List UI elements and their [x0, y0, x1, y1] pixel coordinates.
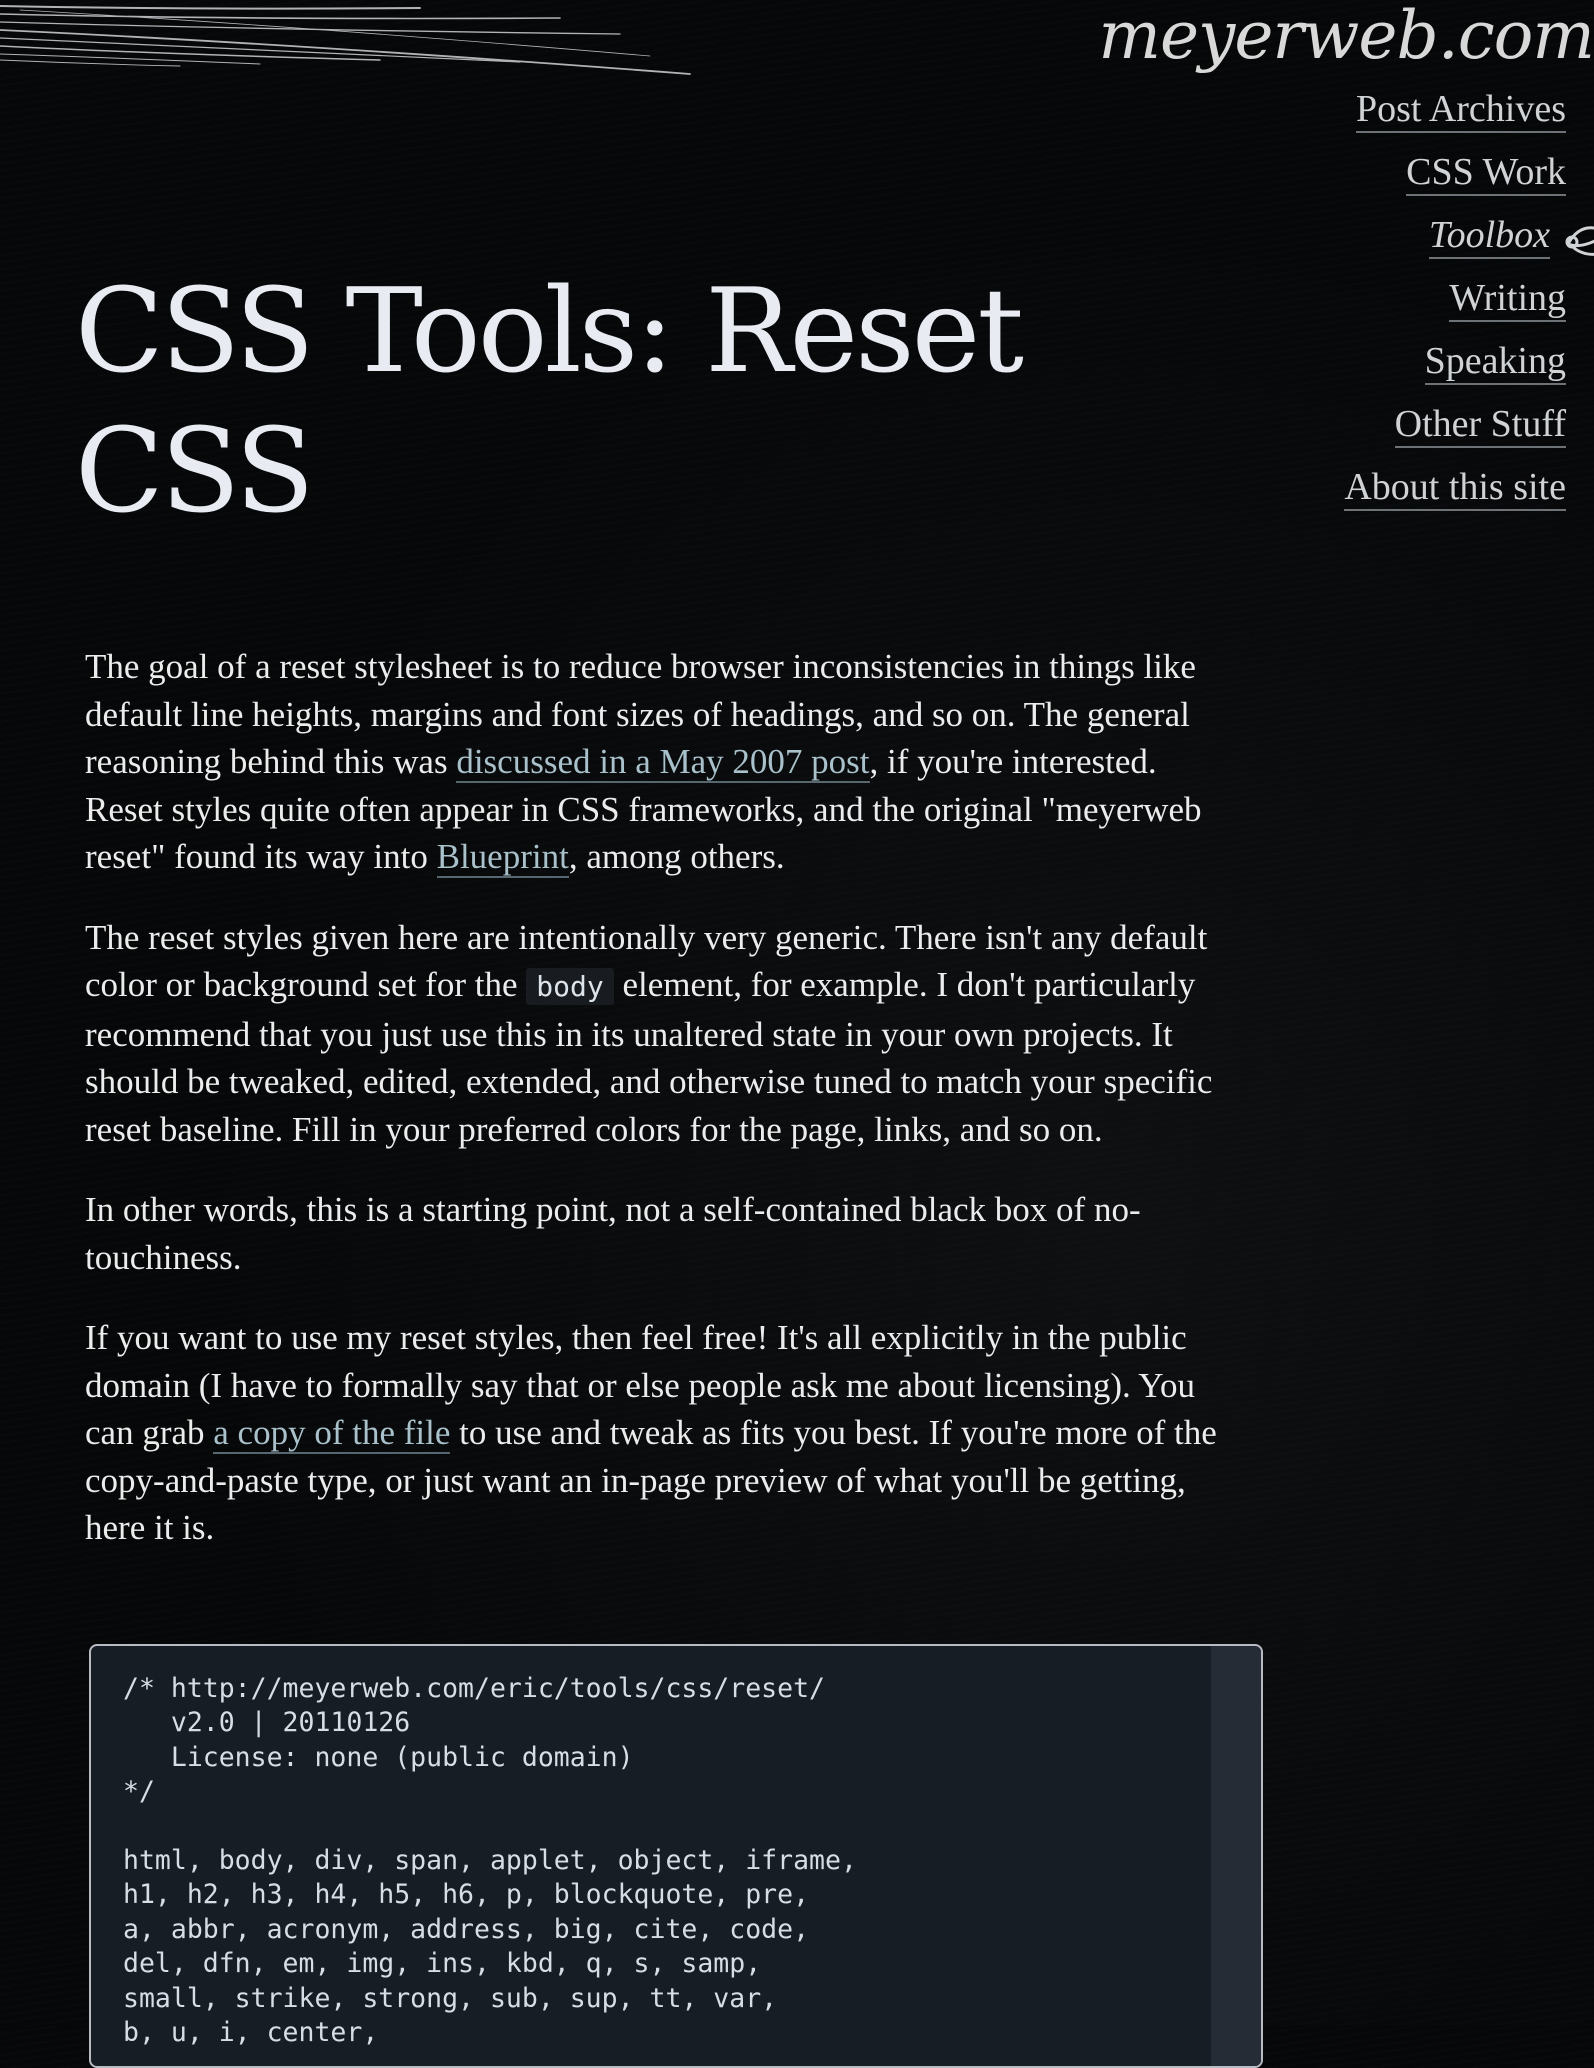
may-2007-post-link[interactable]: discussed in a May 2007 post: [456, 742, 870, 783]
page-title: CSS Tools: Reset CSS: [75, 264, 1024, 539]
nav-item-toolbox: Toolbox: [1246, 210, 1594, 273]
file-copy-link[interactable]: a copy of the file: [213, 1413, 451, 1454]
reset-css-code-block[interactable]: /* http://meyerweb.com/eric/tools/css/re…: [89, 1644, 1263, 2068]
intro-paragraph: The goal of a reset stylesheet is to red…: [85, 643, 1225, 881]
intro-text-end: , among others.: [568, 837, 785, 876]
nav-item-post-archives: Post Archives: [1246, 84, 1566, 147]
nav-link-post-archives[interactable]: Post Archives: [1355, 88, 1566, 133]
nav-link-other-stuff[interactable]: Other Stuff: [1394, 403, 1566, 448]
main-nav: Post Archives CSS Work Toolbox Writing S…: [1246, 84, 1594, 525]
nav-link-speaking[interactable]: Speaking: [1424, 340, 1566, 385]
usage-paragraph: If you want to use my reset styles, then…: [85, 1314, 1225, 1552]
nav-link-writing[interactable]: Writing: [1449, 277, 1566, 322]
body-code: body: [526, 968, 614, 1005]
starting-point-paragraph: In other words, this is a starting point…: [85, 1190, 1141, 1277]
nav-link-about[interactable]: About this site: [1344, 466, 1566, 511]
nav-item-about: About this site: [1246, 462, 1566, 525]
nav-item-writing: Writing: [1246, 273, 1566, 336]
nav-item-other-stuff: Other Stuff: [1246, 399, 1566, 462]
nav-link-css-work[interactable]: CSS Work: [1406, 151, 1566, 196]
nav-item-speaking: Speaking: [1246, 336, 1566, 399]
current-page-flourish-icon: [1565, 226, 1594, 256]
nav-link-toolbox[interactable]: Toolbox: [1428, 214, 1550, 259]
reset-css-code: /* http://meyerweb.com/eric/tools/css/re…: [123, 1673, 857, 2049]
brush-stroke-decoration: [0, 5, 691, 75]
code-scrollbar[interactable]: [1211, 1646, 1261, 2066]
site-logo[interactable]: meyerweb.com: [1098, 0, 1594, 72]
generic-styles-paragraph: The reset styles given here are intentio…: [85, 914, 1225, 1154]
nav-item-css-work: CSS Work: [1246, 147, 1566, 210]
blueprint-link[interactable]: Blueprint: [436, 837, 569, 878]
article-content: The goal of a reset stylesheet is to red…: [85, 643, 1225, 1585]
